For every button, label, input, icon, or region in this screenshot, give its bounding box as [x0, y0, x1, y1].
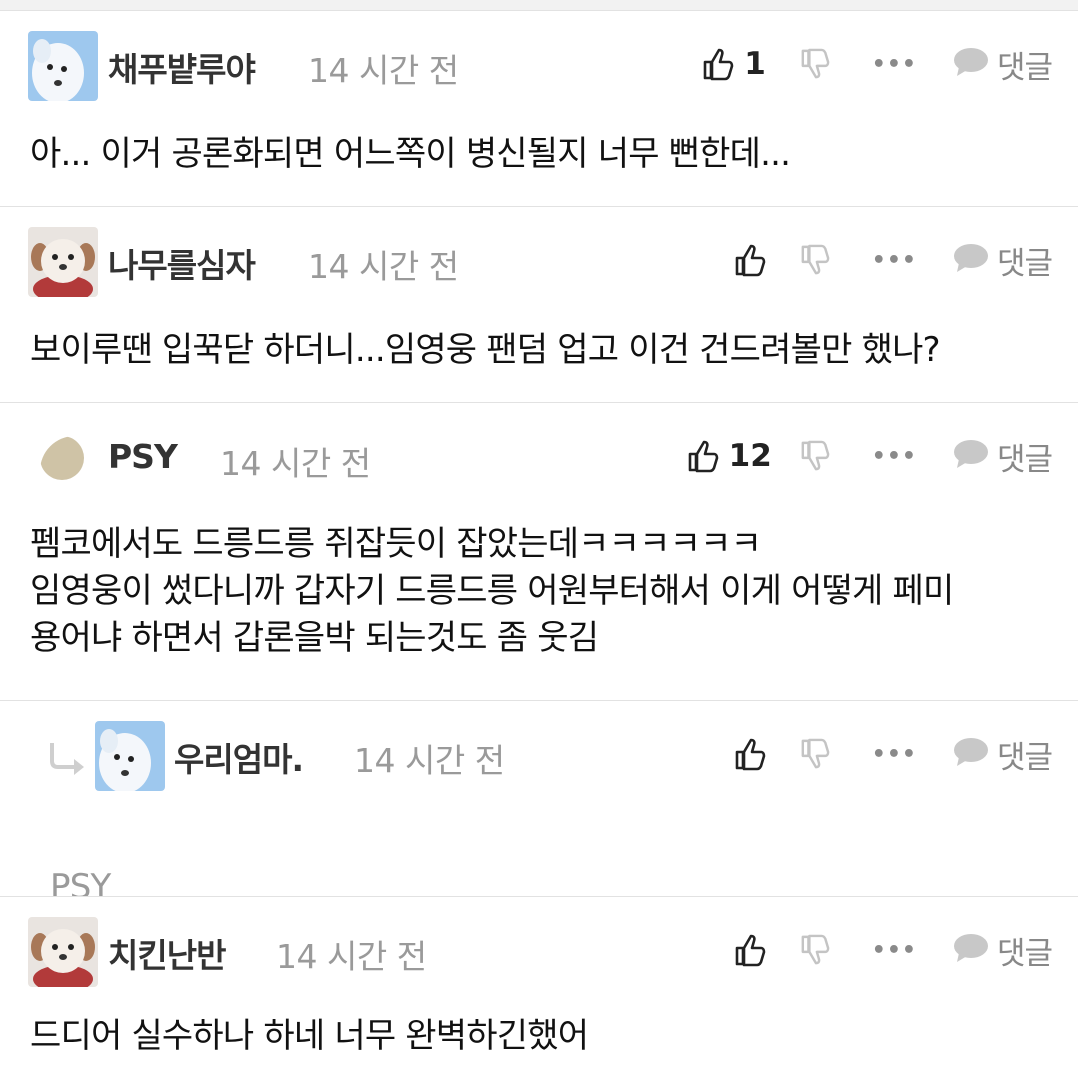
white-dog-avatar-icon: [95, 721, 165, 791]
more-button[interactable]: •••: [872, 248, 917, 273]
thumbs-up-icon: [734, 737, 766, 771]
reply-button[interactable]: 댓글: [953, 928, 1053, 973]
like-button[interactable]: [734, 933, 766, 967]
comment-time: 14 시간 전: [308, 51, 459, 90]
reply-button[interactable]: 댓글: [953, 42, 1053, 87]
comment-actions: ••• 댓글: [734, 925, 1053, 975]
like-button[interactable]: 1: [702, 46, 766, 82]
more-dots-icon: •••: [871, 937, 917, 963]
dislike-button[interactable]: [800, 440, 830, 472]
white-dog-avatar-icon: [28, 31, 98, 101]
comment-text: 드디어 실수하나 하네 너무 완벽하긴했어: [30, 1016, 589, 1056]
comment-username[interactable]: PSY: [108, 437, 178, 476]
like-button[interactable]: [734, 737, 766, 771]
speech-bubble-icon: [953, 47, 989, 81]
like-count: 12: [728, 438, 772, 474]
more-dots-icon: •••: [871, 443, 917, 469]
speech-bubble-icon: [953, 737, 989, 771]
reply-button[interactable]: 댓글: [953, 434, 1053, 479]
comment-time: 14 시간 전: [308, 247, 459, 286]
comment-username[interactable]: 우리엄마.: [174, 733, 304, 781]
comment-item: PSY 14 시간 전 12 ••• 댓글 펨코에서도 드릉드릉 쥐잡듯이 잡았…: [0, 402, 1078, 700]
comment-actions: 1 ••• 댓글: [702, 39, 1053, 89]
reply-label: 댓글: [996, 739, 1053, 776]
user-avatar[interactable]: [40, 436, 84, 480]
reply-button[interactable]: 댓글: [953, 238, 1053, 283]
comment-item: 채푸뱥루야 14 시간 전 1 ••• 댓글 아... 이거 공론화되면 어느쪽…: [0, 10, 1078, 206]
dislike-button[interactable]: [800, 738, 830, 770]
comment-time: 14 시간 전: [220, 444, 371, 483]
comment-actions: ••• 댓글: [734, 729, 1053, 779]
thumbs-up-icon: [687, 439, 719, 473]
user-avatar[interactable]: [28, 227, 98, 297]
reply-label: 댓글: [996, 935, 1053, 972]
user-avatar[interactable]: [95, 721, 165, 791]
thumbs-down-icon: [800, 934, 830, 966]
more-dots-icon: •••: [871, 741, 917, 767]
thumbs-down-icon: [800, 440, 830, 472]
comment-actions: 12 ••• 댓글: [687, 431, 1053, 481]
reply-button[interactable]: 댓글: [953, 732, 1053, 777]
puppy-avatar-icon: [28, 917, 98, 987]
comment-username[interactable]: 나무를심자: [108, 239, 256, 287]
user-avatar[interactable]: [28, 917, 98, 987]
puppy-avatar-icon: [28, 227, 98, 297]
reply-comment-item: 우리엄마. 14 시간 전 ••• 댓글 PSY 강약: [0, 700, 1078, 954]
more-dots-icon: •••: [871, 247, 917, 273]
beige-dot-avatar-icon: [40, 436, 84, 480]
reply-label: 댓글: [996, 441, 1053, 478]
comment-text: 아... 이거 공론화되면 어느쪽이 병신될지 너무 뻔한데...: [30, 134, 791, 174]
more-button[interactable]: •••: [872, 742, 917, 767]
like-button[interactable]: [734, 243, 766, 277]
user-avatar[interactable]: [28, 31, 98, 101]
thumbs-down-icon: [800, 48, 830, 80]
comment-text: 펨코에서도 드릉드릉 쥐잡듯이 잡았는데ㅋㅋㅋㅋㅋㅋ 임영웅이 썼다니까 갑자기…: [30, 524, 954, 658]
more-button[interactable]: •••: [872, 444, 917, 469]
comment-item: 치킨난반 14 시간 전 ••• 댓글 드디어 실수하나 하네 너무 완벽하긴했…: [0, 896, 1078, 1092]
speech-bubble-icon: [953, 933, 989, 967]
more-dots-icon: •••: [871, 51, 917, 77]
like-count: 1: [744, 46, 766, 82]
dislike-button[interactable]: [800, 934, 830, 966]
more-button[interactable]: •••: [872, 938, 917, 963]
thumbs-down-icon: [800, 244, 830, 276]
comment-actions: ••• 댓글: [734, 235, 1053, 285]
thumbs-up-icon: [734, 243, 766, 277]
reply-arrow-icon: [48, 741, 88, 781]
comment-item: 나무를심자 14 시간 전 ••• 댓글 보이루땐 입꾹닫 하더니...임영웅 …: [0, 206, 1078, 402]
comment-username[interactable]: 채푸뱥루야: [108, 43, 256, 91]
comment-username[interactable]: 치킨난반: [108, 929, 226, 977]
dislike-button[interactable]: [800, 244, 830, 276]
thumbs-up-icon: [734, 933, 766, 967]
comment-time: 14 시간 전: [354, 741, 505, 780]
speech-bubble-icon: [953, 243, 989, 277]
comment-time: 14 시간 전: [276, 937, 427, 976]
speech-bubble-icon: [953, 439, 989, 473]
more-button[interactable]: •••: [872, 52, 917, 77]
comment-text: 보이루땐 입꾹닫 하더니...임영웅 팬덤 업고 이건 건드려볼만 했나?: [30, 330, 941, 370]
thumbs-up-icon: [702, 47, 734, 81]
dislike-button[interactable]: [800, 48, 830, 80]
like-button[interactable]: 12: [687, 438, 772, 474]
thumbs-down-icon: [800, 738, 830, 770]
reply-label: 댓글: [996, 49, 1053, 86]
reply-label: 댓글: [996, 245, 1053, 282]
